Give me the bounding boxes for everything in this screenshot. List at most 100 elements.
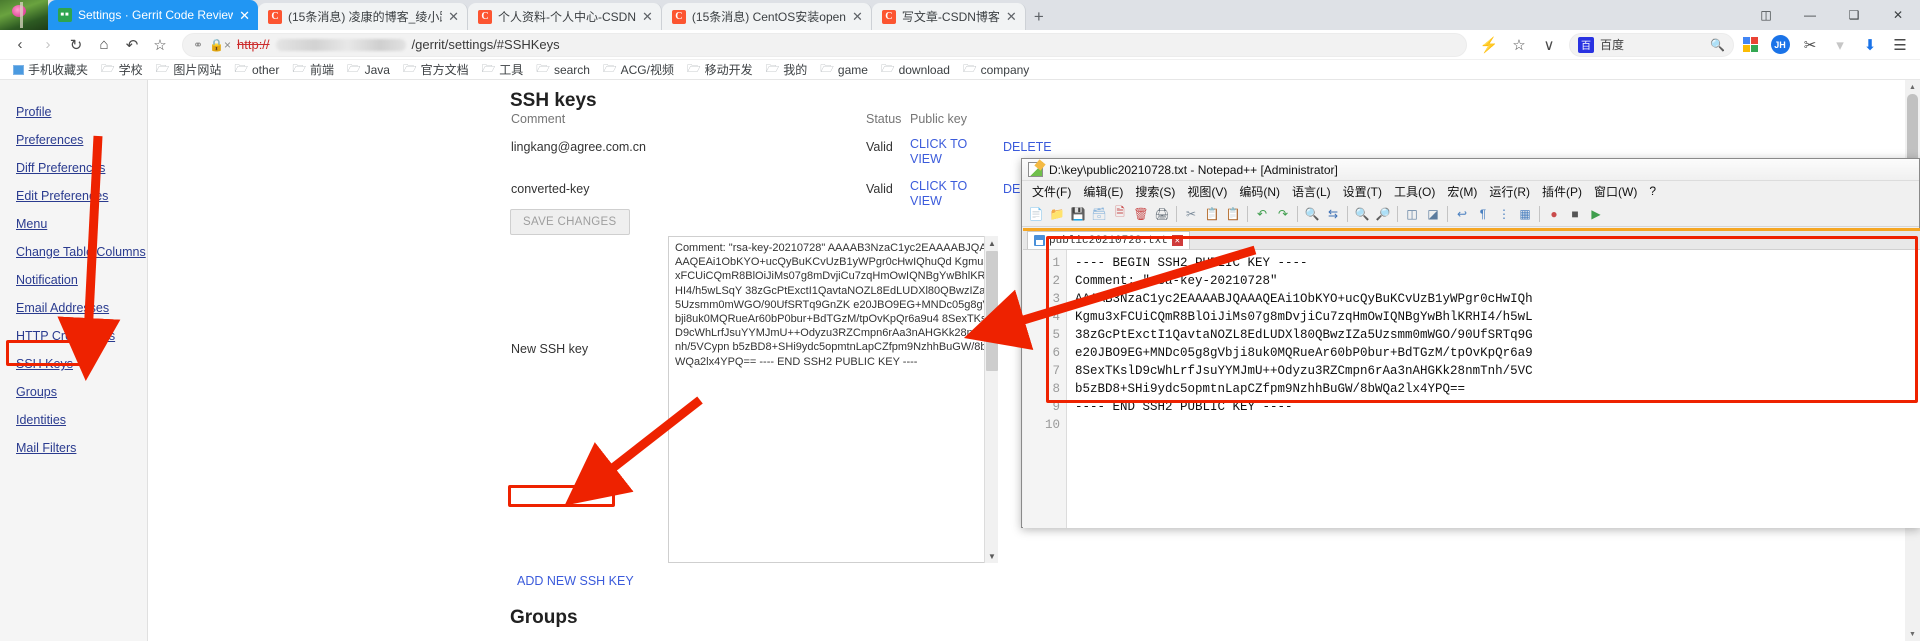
scroll-down-icon[interactable]: ▼ [985, 549, 999, 563]
open-file-icon[interactable]: 📁 [1047, 204, 1067, 224]
bookmark-item-13[interactable]: 🗁 download [876, 59, 955, 80]
sidebar-item-preferences[interactable]: Preferences [0, 126, 147, 154]
close-file-icon[interactable]: 🗎 [1110, 204, 1130, 224]
menu-file[interactable]: 文件(F) [1026, 181, 1077, 202]
tab-close-icon[interactable]: ✕ [448, 10, 459, 23]
bookmark-item-12[interactable]: 🗁 game [815, 59, 873, 80]
shield-icon[interactable]: ⚭ [193, 38, 203, 52]
scrollbar-thumb[interactable] [986, 251, 998, 371]
menu-edit[interactable]: 编辑(E) [1077, 181, 1129, 202]
browser-tab-0[interactable]: Settings · Gerrit Code Review ✕ [48, 0, 258, 30]
search-icon[interactable]: 🔍 [1710, 38, 1725, 52]
menu-window[interactable]: 窗口(W) [1588, 181, 1643, 202]
browser-tab-4[interactable]: C 写文章-CSDN博客 ✕ [871, 3, 1026, 30]
bookmark-item-0[interactable]: 手机收藏夹 [8, 60, 93, 79]
menu-search[interactable]: 搜索(S) [1129, 181, 1181, 202]
bookmark-item-3[interactable]: 🗁 other [229, 59, 284, 80]
tab-close-icon[interactable]: ✕ [1006, 10, 1017, 23]
tab-close-icon[interactable]: ✕ [239, 9, 250, 22]
paste-icon[interactable]: 📋 [1223, 204, 1243, 224]
menu-tools[interactable]: 工具(O) [1388, 181, 1441, 202]
download-icon[interactable]: ⬇ [1856, 32, 1884, 58]
undo-icon[interactable]: ↶ [1252, 204, 1272, 224]
bookmark-item-1[interactable]: 🗁 学校 [96, 59, 148, 80]
back-icon[interactable]: ‹ [6, 32, 34, 58]
scroll-up-icon[interactable]: ▲ [985, 236, 999, 250]
new-tab-button[interactable]: + [1026, 4, 1052, 30]
bookmark-item-4[interactable]: 🗁 前端 [287, 59, 339, 80]
play-macro-icon[interactable]: ▶ [1586, 204, 1606, 224]
notepad-document-tab[interactable]: public20210728.txt ✕ [1027, 231, 1190, 249]
sidebar-item-email-addresses[interactable]: Email Addresses [0, 294, 147, 322]
undo-icon[interactable]: ↶ [118, 32, 146, 58]
sidebar-item-mail-filters[interactable]: Mail Filters [0, 434, 147, 462]
sidebar-item-groups[interactable]: Groups [0, 378, 147, 406]
indent-guide-icon[interactable]: ⋮ [1494, 204, 1514, 224]
all-chars-icon[interactable]: ¶ [1473, 204, 1493, 224]
add-new-ssh-key-button[interactable]: ADD NEW SSH KEY [512, 571, 639, 591]
reload-icon[interactable]: ↻ [62, 32, 90, 58]
bookmark-item-2[interactable]: 🗁 图片网站 [151, 59, 227, 80]
minimize-button[interactable]: — [1788, 0, 1832, 30]
browser-tab-3[interactable]: C (15条消息) CentOS安装openG ✕ [661, 3, 872, 30]
click-to-view-link[interactable]: CLICK TO VIEW [910, 179, 970, 209]
bookmark-star-icon[interactable]: ☆ [146, 32, 174, 58]
save-all-icon[interactable]: 🗃 [1089, 204, 1109, 224]
forward-icon[interactable]: › [34, 32, 62, 58]
close-icon[interactable]: ✕ [1171, 235, 1183, 246]
sidebar-panel-icon[interactable]: ◫ [1744, 0, 1788, 30]
menu-encoding[interactable]: 编码(N) [1233, 181, 1286, 202]
zoom-out-icon[interactable]: 🔎 [1373, 204, 1393, 224]
bookmark-item-5[interactable]: 🗁 Java [342, 59, 395, 80]
bookmark-item-6[interactable]: 🗁 官方文档 [398, 59, 474, 80]
replace-icon[interactable]: ⇆ [1323, 204, 1343, 224]
bookmark-item-14[interactable]: 🗁 company [958, 59, 1034, 80]
menu-run[interactable]: 运行(R) [1483, 181, 1536, 202]
click-to-view-link[interactable]: CLICK TO VIEW [910, 137, 970, 167]
bookmark-item-10[interactable]: 🗁 移动开发 [682, 59, 758, 80]
menu-language[interactable]: 语言(L) [1286, 181, 1337, 202]
extensions-icon[interactable] [1736, 32, 1764, 58]
home-icon[interactable]: ⌂ [90, 32, 118, 58]
print-icon[interactable]: 🖨 [1152, 204, 1172, 224]
copy-icon[interactable]: 📋 [1202, 204, 1222, 224]
new-ssh-key-textarea[interactable]: Comment: "rsa-key-20210728" AAAAB3NzaC1y… [668, 236, 998, 563]
word-wrap-icon[interactable]: ↩ [1452, 204, 1472, 224]
sidebar-item-profile[interactable]: Profile [0, 98, 147, 126]
sync-horizontal-icon[interactable]: ◪ [1423, 204, 1443, 224]
sidebar-item-diff-preferences[interactable]: Diff Preferences [0, 154, 147, 182]
address-bar[interactable]: ⚭ 🔒× http:// /gerrit/settings/#SSHKeys [182, 32, 1467, 57]
sidebar-item-menu[interactable]: Menu [0, 210, 147, 238]
notepad-plus-plus-window[interactable]: D:\key\public20210728.txt - Notepad++ [A… [1021, 158, 1920, 528]
page-scroll-down-icon[interactable]: ▼ [1905, 627, 1920, 641]
save-icon[interactable]: 💾 [1068, 204, 1088, 224]
find-icon[interactable]: 🔍 [1302, 204, 1322, 224]
chevron-down-icon[interactable]: ∨ [1535, 32, 1563, 58]
browser-tab-1[interactable]: C (15条消息) 凌康的博客_绫小路_ ✕ [258, 3, 468, 30]
close-all-icon[interactable]: 🗑 [1131, 204, 1151, 224]
bookmark-item-11[interactable]: 🗁 我的 [761, 59, 813, 80]
notepad-code-text[interactable]: ---- BEGIN SSH2 PUBLIC KEY ---- Comment:… [1067, 250, 1920, 528]
baidu-search-box[interactable]: 百 百度 🔍 [1569, 32, 1734, 57]
page-scroll-up-icon[interactable]: ▲ [1905, 80, 1920, 94]
menu-plugins[interactable]: 插件(P) [1536, 181, 1588, 202]
save-changes-button[interactable]: SAVE CHANGES [510, 209, 630, 235]
zoom-in-icon[interactable]: 🔍 [1352, 204, 1372, 224]
notepad-editor[interactable]: 1 2 3 4 5 6 7 8 9 10 ---- BEGIN SSH2 PUB… [1023, 250, 1920, 528]
redo-icon[interactable]: ↷ [1273, 204, 1293, 224]
browser-menu-icon[interactable]: ☰ [1886, 32, 1914, 58]
bookmark-item-7[interactable]: 🗁 工具 [477, 59, 529, 80]
sidebar-item-http-credentials[interactable]: HTTP Credentials [0, 322, 147, 350]
close-window-button[interactable]: ✕ [1876, 0, 1920, 30]
sidebar-item-identities[interactable]: Identities [0, 406, 147, 434]
menu-help[interactable]: ? [1643, 182, 1662, 200]
sidebar-item-ssh-keys[interactable]: SSH Keys [0, 350, 147, 378]
sidebar-item-change-table-columns[interactable]: Change Table Columns [0, 238, 147, 266]
bookmark-item-8[interactable]: 🗁 search [531, 59, 595, 80]
profile-avatar[interactable]: JH [1766, 32, 1794, 58]
tab-close-icon[interactable]: ✕ [852, 10, 863, 23]
lightning-icon[interactable]: ⚡ [1475, 32, 1503, 58]
delete-key-link[interactable]: DELETE [1003, 140, 1052, 154]
bookmark-item-9[interactable]: 🗁 ACG/视频 [598, 59, 679, 80]
sidebar-item-notification[interactable]: Notification [0, 266, 147, 294]
